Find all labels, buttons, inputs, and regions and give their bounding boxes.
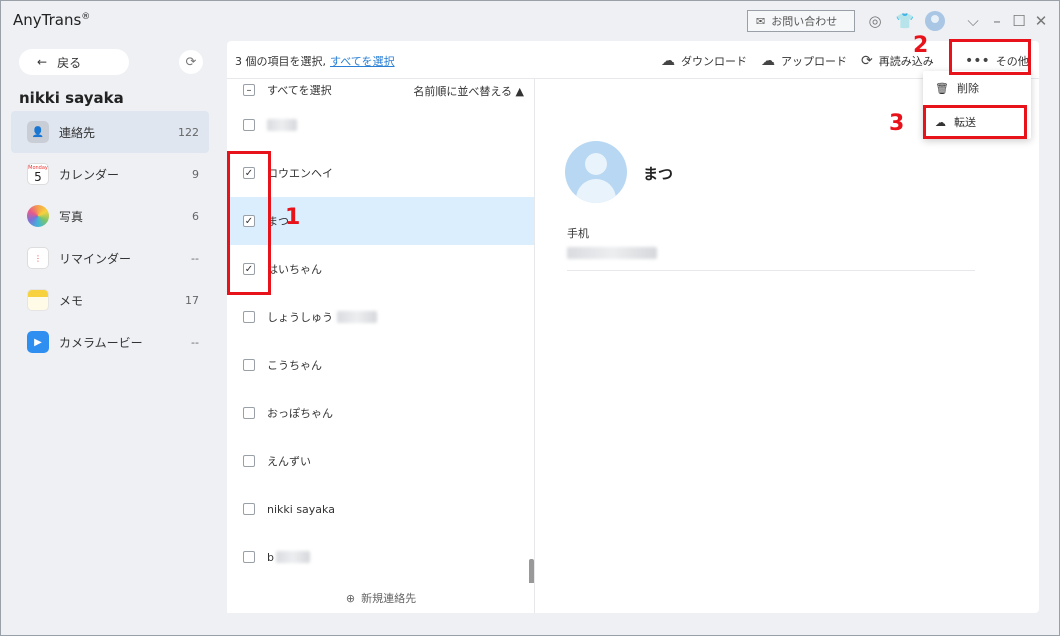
sidebar-item-notes[interactable]: メモ 17 [11, 279, 209, 321]
maximize-icon[interactable]: ☐ [1009, 11, 1029, 31]
sidebar-item-camera-movie[interactable]: ▶ カメラムービー -- [11, 321, 209, 363]
notes-icon [27, 289, 49, 311]
avatar[interactable] [925, 11, 945, 31]
sidebar-item-calendar[interactable]: Monday 5 カレンダー 9 [11, 153, 209, 195]
sync-button[interactable]: ⟳ [179, 50, 203, 74]
row-checkbox[interactable] [243, 359, 255, 371]
list-item[interactable] [227, 101, 534, 149]
step-number-1: 1 [285, 205, 301, 230]
list-item[interactable]: b [227, 533, 534, 581]
contact-us-button[interactable]: ✉ お問い合わせ [747, 10, 855, 32]
list-item[interactable]: ✓ はいちゃん [227, 245, 534, 293]
contact-detail: まつ 手机 [535, 79, 1039, 613]
contact-avatar [565, 141, 627, 203]
refresh-icon: ⟳ [185, 54, 197, 70]
chevron-down-icon[interactable]: ⌵ [963, 11, 983, 31]
cloud-upload-icon: ☁ [761, 53, 775, 69]
main-panel: 3 個の項目を選択, すべてを選択 ☁ ダウンロード ☁ アップロード ⟳ 再読み込み … [227, 41, 1039, 613]
list-header: – すべてを選択 名前順に並べ替える ▲ [227, 79, 534, 101]
list-item[interactable]: ✓ ロウエンヘイ [227, 149, 534, 197]
refresh-icon: ⟳ [861, 53, 873, 69]
calendar-icon: Monday 5 [27, 163, 49, 185]
step-number-3: 3 [889, 111, 905, 136]
close-icon[interactable]: ✕ [1031, 11, 1051, 31]
trash-icon: 🗑 [935, 81, 949, 95]
plus-circle-icon: ⊕ [345, 591, 356, 605]
list-item[interactable]: えんずい [227, 437, 534, 485]
blurred-name [267, 119, 297, 131]
sort-button[interactable]: 名前順に並べ替える ▲ [413, 83, 524, 99]
highlight-transfer-item [923, 105, 1027, 139]
app-window: AnyTrans® ✉ お問い合わせ ◎ 👕 ⌵ – ☐ ✕ ← 戻る ⟳ ni… [0, 0, 1060, 636]
mail-icon: ✉ [756, 14, 766, 28]
app-title: AnyTrans® [13, 11, 91, 29]
divider [567, 270, 975, 271]
photos-icon [27, 205, 49, 227]
sidebar-item-photos[interactable]: 写真 6 [11, 195, 209, 237]
shirt-icon[interactable]: 👕 [895, 11, 915, 31]
list-item[interactable]: ✓ まつ [227, 197, 534, 245]
camera-movie-icon: ▶ [27, 331, 49, 353]
row-checkbox[interactable] [243, 455, 255, 467]
list-item[interactable]: nikki sayaka [227, 485, 534, 533]
select-all-link[interactable]: すべてを選択 [330, 55, 395, 68]
selection-status: 3 個の項目を選択, すべてを選択 [235, 55, 395, 68]
cloud-download-icon: ☁ [661, 53, 675, 69]
category-list: 👤 連絡先 122 Monday 5 カレンダー 9 写真 6 ⋮ リマインダー [11, 111, 209, 363]
arrow-left-icon: ← [37, 55, 48, 69]
upload-button[interactable]: ☁ アップロード [761, 51, 847, 71]
list-item[interactable]: おっぽちゃん [227, 389, 534, 437]
search-circle-icon[interactable]: ◎ [865, 11, 885, 31]
contacts-icon: 👤 [27, 121, 49, 143]
contact-list: – すべてを選択 名前順に並べ替える ▲ ✓ ロウエンヘイ ✓ まつ ✓ はいち… [227, 79, 535, 613]
new-contact-button[interactable]: ⊕ 新規連絡先 [227, 583, 534, 613]
highlight-more-button [949, 39, 1031, 75]
sidebar-item-reminders[interactable]: ⋮ リマインダー -- [11, 237, 209, 279]
step-number-2: 2 [913, 33, 929, 58]
sidebar: ← 戻る ⟳ nikki sayaka 👤 連絡先 122 Monday 5 カ… [1, 41, 219, 635]
phone-value [567, 247, 657, 262]
row-checkbox[interactable] [243, 407, 255, 419]
sidebar-item-contacts[interactable]: 👤 連絡先 122 [11, 111, 209, 153]
highlight-checkboxes [227, 151, 271, 295]
contact-name: まつ [643, 165, 674, 183]
minimize-icon[interactable]: – [987, 11, 1007, 31]
reminders-icon: ⋮ [27, 247, 49, 269]
row-checkbox[interactable] [243, 311, 255, 323]
list-item[interactable]: しょうしゅう [227, 293, 534, 341]
select-all-checkbox[interactable]: – [243, 84, 255, 96]
title-bar: AnyTrans® ✉ お問い合わせ ◎ 👕 ⌵ – ☐ ✕ [1, 1, 1059, 41]
list-item[interactable]: こうちゃん [227, 341, 534, 389]
download-button[interactable]: ☁ ダウンロード [661, 51, 747, 71]
menu-item-delete[interactable]: 🗑 削除 [923, 71, 1031, 105]
row-checkbox[interactable] [243, 503, 255, 515]
row-checkbox[interactable] [243, 551, 255, 563]
row-checkbox[interactable] [243, 119, 255, 131]
device-name: nikki sayaka [19, 89, 124, 107]
phone-label: 手机 [567, 227, 589, 240]
back-button[interactable]: ← 戻る [19, 49, 129, 75]
